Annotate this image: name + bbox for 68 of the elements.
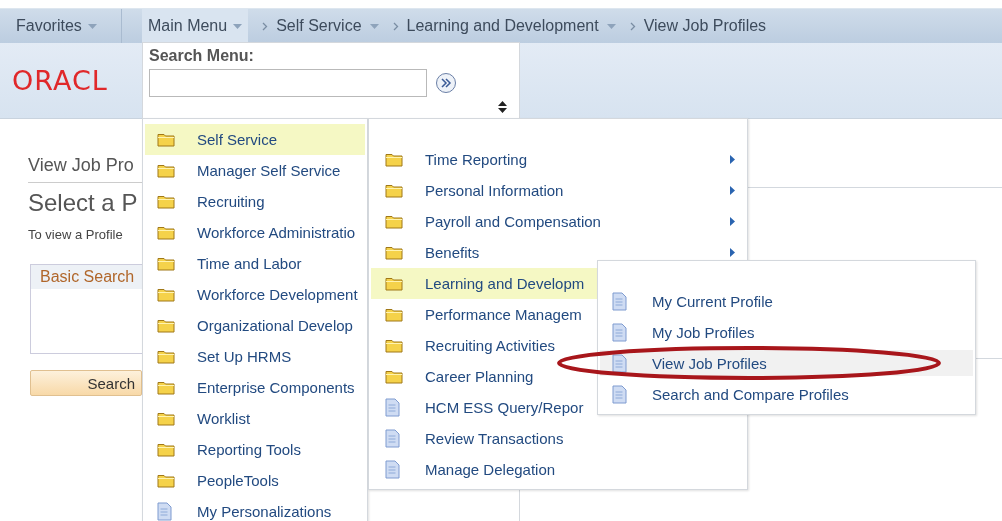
folder-icon (385, 183, 403, 198)
document-icon (157, 502, 172, 521)
caret-icon (369, 23, 379, 29)
document-icon (385, 429, 400, 448)
breadcrumb-link[interactable]: Self Service (276, 9, 379, 43)
menu-item[interactable]: Worklist (145, 403, 365, 434)
folder-icon (157, 473, 175, 488)
folder-icon (157, 287, 175, 302)
chevron-icon (629, 21, 636, 31)
menu-item[interactable]: PeopleTools (145, 465, 365, 496)
folder-icon (385, 369, 403, 384)
folder-icon (157, 411, 175, 426)
menu-item[interactable]: Time and Labor (145, 248, 365, 279)
search-menu-label: Search Menu: (149, 47, 255, 65)
go-icon[interactable] (435, 72, 457, 94)
menu-item[interactable]: Workforce Development (145, 279, 365, 310)
folder-icon (385, 245, 403, 260)
caret-icon (233, 23, 243, 29)
folder-icon (385, 152, 403, 167)
menu-item[interactable]: Self Service (145, 124, 365, 155)
document-icon (612, 322, 627, 342)
menu-item[interactable]: My Personalizations (145, 496, 365, 521)
document-icon (385, 460, 400, 479)
search-button[interactable]: Search (30, 370, 142, 396)
caret-icon (87, 23, 97, 29)
instruction-text: To view a Profile (28, 227, 124, 242)
folder-icon (157, 349, 175, 364)
menu-item[interactable]: Recruiting (145, 186, 365, 217)
folder-icon (157, 318, 175, 333)
folder-icon (157, 380, 175, 395)
folder-icon (157, 256, 175, 271)
folder-icon (157, 132, 175, 147)
folder-icon (157, 225, 175, 240)
menu-item[interactable]: Enterprise Components (145, 372, 365, 403)
folder-icon (385, 307, 403, 322)
menu-item[interactable]: Payroll and Compensation (371, 206, 745, 237)
folder-icon (385, 214, 403, 229)
basic-search-tab[interactable]: Basic Search (31, 265, 143, 289)
menu-item[interactable]: Reporting Tools (145, 434, 365, 465)
document-icon (385, 398, 400, 417)
menu-item[interactable]: Time Reporting (371, 144, 745, 175)
search-menu-field[interactable] (149, 69, 427, 97)
menu-item[interactable]: My Job Profiles (600, 319, 973, 345)
folder-icon (157, 442, 175, 457)
document-icon (612, 353, 627, 373)
chevron-icon (392, 21, 399, 31)
page-heading: Select a P (28, 189, 139, 217)
menu-item[interactable]: Set Up HRMS (145, 341, 365, 372)
menu-item[interactable]: Organizational Develop (145, 310, 365, 341)
document-icon (612, 291, 627, 311)
breadcrumb-link[interactable]: View Job Profiles (643, 9, 767, 43)
menu-item[interactable]: Manage Delegation (371, 454, 745, 485)
menu-item[interactable]: Benefits (371, 237, 745, 268)
sort-icon[interactable] (498, 101, 507, 113)
caret-icon (606, 23, 616, 29)
folder-icon (157, 194, 175, 209)
chevron-icon (262, 21, 269, 31)
folder-icon (385, 338, 403, 353)
menu-item[interactable]: Personal Information (371, 175, 745, 206)
menu-item[interactable]: Workforce Administratio (145, 217, 365, 248)
breadcrumb-link[interactable]: Learning and Development (406, 9, 616, 43)
folder-icon (385, 276, 403, 291)
document-icon (612, 384, 627, 404)
folder-icon (157, 163, 175, 178)
main-menu-tab[interactable]: Main Menu (142, 9, 249, 43)
menu-item[interactable]: Search and Compare Profiles (600, 381, 973, 407)
menu-item[interactable]: Review Transactions (371, 423, 745, 454)
oracle-logo: ORACL (12, 65, 108, 96)
